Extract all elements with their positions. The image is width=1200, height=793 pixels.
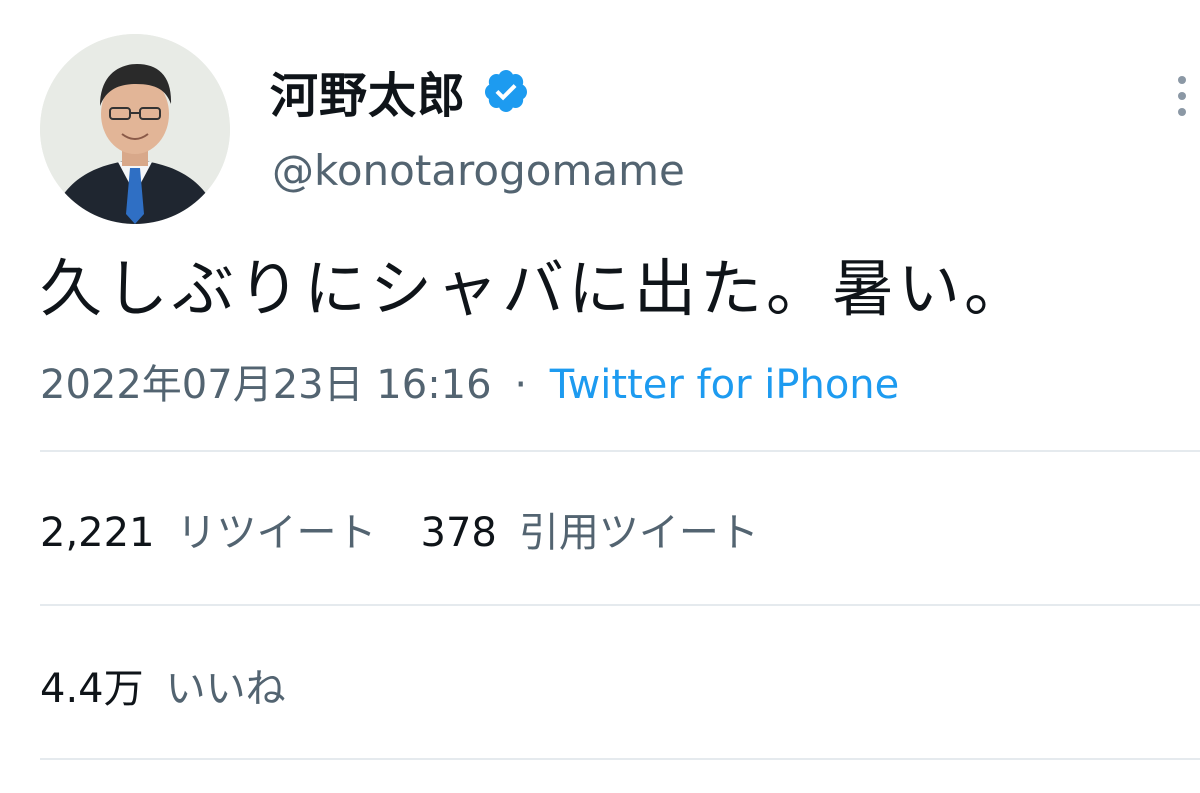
retweets-count: 2,221 [40,510,155,556]
retweets-stat[interactable]: 2,221 リツイート [40,500,377,558]
author-handle[interactable]: @konotarogomame [272,146,685,195]
meta-separator: · [514,362,528,408]
timestamp[interactable]: 2022年07月23日 16:16 [40,362,492,408]
quotes-label: 引用ツイート [518,510,759,556]
divider [40,450,1200,452]
display-name[interactable]: 河野太郎 [270,56,466,126]
tweet-meta: 2022年07月23日 16:16 · Twitter for iPhone [40,352,899,410]
likes-count: 4.4万 [40,666,144,712]
tweet-text: 久しぶりにシャバに出た。暑い。 [40,252,1031,325]
engagement-row: 2,221 リツイート 378 引用ツイート [40,500,759,558]
likes-stat[interactable]: 4.4万 いいね [40,656,286,714]
more-options-icon[interactable] [1170,72,1194,120]
likes-label: いいね [165,666,286,712]
quotes-count: 378 [420,510,497,556]
profile-photo [40,34,230,224]
divider [40,758,1200,760]
divider [40,604,1200,606]
quotes-stat[interactable]: 378 引用ツイート [421,500,759,558]
verified-badge-icon [485,70,528,112]
author-name-row[interactable]: 河野太郎 [270,58,530,124]
avatar[interactable] [40,34,230,224]
likes-row: 4.4万 いいね [40,656,286,714]
retweets-label: リツイート [176,510,377,556]
source-link[interactable]: Twitter for iPhone [550,362,900,408]
